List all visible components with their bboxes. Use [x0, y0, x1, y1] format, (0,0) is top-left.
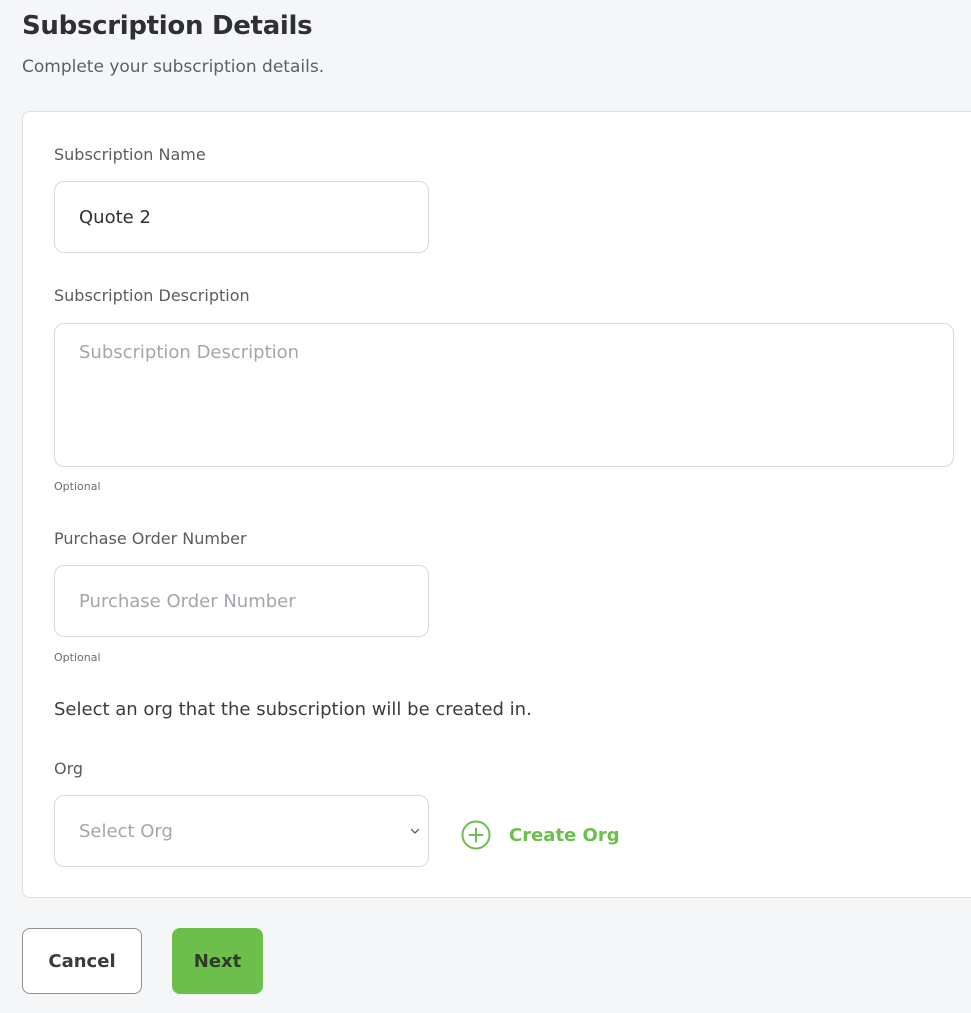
purchase-order-number-label: Purchase Order Number: [54, 529, 247, 548]
org-instruction-text: Select an org that the subscription will…: [54, 699, 532, 720]
chevron-down-icon: [410, 828, 420, 834]
org-label: Org: [54, 759, 84, 778]
subscription-form-card: Subscription Name Subscription Descripti…: [22, 111, 971, 898]
subscription-description-hint: Optional: [54, 480, 101, 493]
org-select[interactable]: Select Org: [54, 795, 429, 867]
page-title: Subscription Details: [22, 11, 313, 41]
page-subtitle: Complete your subscription details.: [22, 57, 325, 77]
cancel-button[interactable]: Cancel: [22, 928, 142, 994]
create-org-label: Create Org: [509, 824, 620, 846]
subscription-name-label: Subscription Name: [54, 145, 206, 164]
purchase-order-number-input[interactable]: [54, 565, 429, 637]
subscription-description-textarea[interactable]: [54, 323, 954, 467]
purchase-order-number-hint: Optional: [54, 651, 101, 664]
org-select-value: Select Org: [79, 820, 173, 842]
subscription-description-label: Subscription Description: [54, 286, 250, 305]
create-org-button[interactable]: Create Org: [461, 820, 620, 850]
next-button[interactable]: Next: [172, 928, 263, 994]
plus-circle-icon: [461, 820, 491, 850]
subscription-name-input[interactable]: [54, 181, 429, 253]
